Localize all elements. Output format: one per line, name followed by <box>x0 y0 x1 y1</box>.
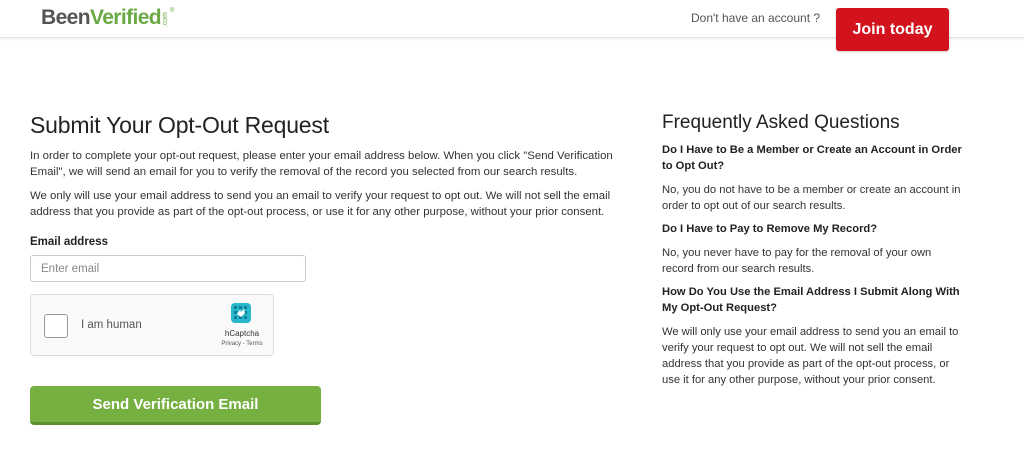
hcaptcha-brand-text: hCaptcha <box>224 329 260 338</box>
hcaptcha-widget: I am human hCaptcha Privacy - Terms <box>30 294 274 356</box>
faq-question: How Do You Use the Email Address I Submi… <box>662 286 960 314</box>
faq-question: Do I Have to Be a Member or Create an Ac… <box>662 144 962 172</box>
faq-item: How Do You Use the Email Address I Submi… <box>662 284 962 388</box>
faq-item: Do I Have to Pay to Remove My Record? No… <box>662 221 962 277</box>
privacy-paragraph: We only will use your email address to s… <box>30 190 611 218</box>
faq-item: Do I Have to Be a Member or Create an Ac… <box>662 142 962 214</box>
hcaptcha-icon <box>231 303 251 323</box>
logo-com-text: .com <box>162 12 170 28</box>
email-input[interactable] <box>30 255 306 282</box>
no-account-text: Don't have an account ? <box>691 11 821 25</box>
site-header: Been Verified .com ® Don't have an accou… <box>0 0 1024 51</box>
faq-section: Frequently Asked Questions Do I Have to … <box>662 112 962 388</box>
send-verification-email-button[interactable]: Send Verification Email <box>30 386 321 425</box>
logo-been-text: Been <box>41 6 91 29</box>
captcha-privacy-terms-links[interactable]: Privacy - Terms <box>219 341 265 347</box>
opt-out-form-section: Submit Your Opt-Out Request In order to … <box>30 112 640 425</box>
logo-registered-mark: ® <box>170 8 175 14</box>
logo-verified-text: Verified <box>89 6 162 29</box>
email-label: Email address <box>30 236 108 248</box>
join-today-button[interactable]: Join today <box>836 8 949 51</box>
faq-answer: We will only use your email address to s… <box>662 326 959 386</box>
faq-answer: No, you do not have to be a member or cr… <box>662 184 961 212</box>
beenverified-logo[interactable]: Been Verified .com ® <box>41 6 174 30</box>
faq-title: Frequently Asked Questions <box>662 112 900 133</box>
faq-question: Do I Have to Pay to Remove My Record? <box>662 223 878 235</box>
page-title: Submit Your Opt-Out Request <box>30 112 329 138</box>
intro-paragraph: In order to complete your opt-out reques… <box>30 150 613 178</box>
captcha-checkbox[interactable] <box>44 314 68 338</box>
captcha-label: I am human <box>81 319 142 331</box>
faq-answer: No, you never have to pay for the remova… <box>662 247 932 275</box>
